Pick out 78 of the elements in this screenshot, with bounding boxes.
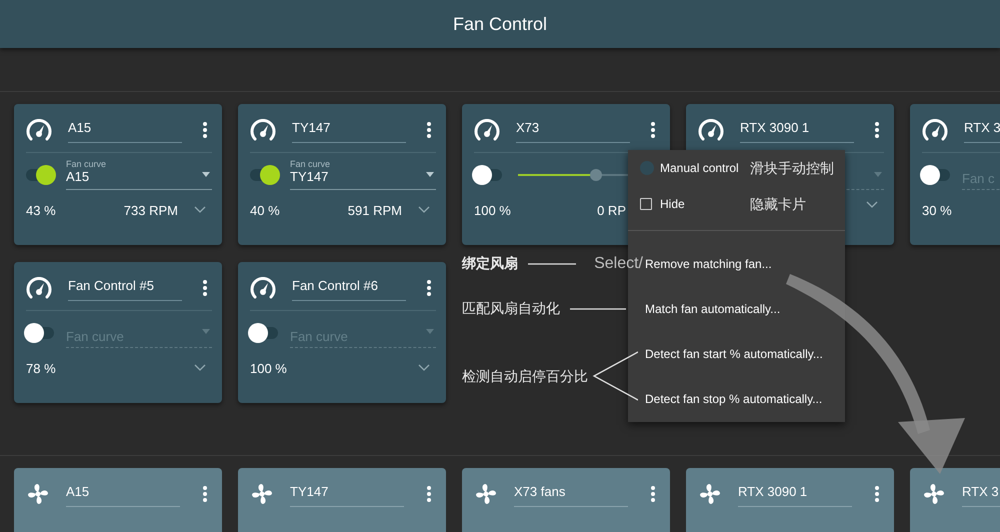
- caret-icon: [202, 172, 210, 176]
- fan-icon: [26, 482, 50, 506]
- more-options-icon[interactable]: [426, 279, 432, 298]
- more-options-icon[interactable]: [874, 121, 880, 140]
- fan-rpm: 591 RPM: [348, 202, 402, 220]
- caret-icon: [202, 329, 210, 334]
- more-options-icon[interactable]: [202, 485, 208, 504]
- more-options-icon[interactable]: [202, 121, 208, 140]
- annotation-text: 匹配风扇自动化: [462, 299, 560, 318]
- control-name[interactable]: A15: [68, 118, 182, 142]
- speed-percent: 100 %: [250, 360, 287, 378]
- caret-icon: [426, 172, 434, 176]
- menu-item[interactable]: Match fan automatically...: [645, 300, 780, 318]
- leader-line: [592, 351, 638, 401]
- annotation-text: 检测自动启停百分比: [462, 366, 588, 386]
- speed-percent: 43 %: [26, 202, 56, 220]
- speed-name[interactable]: RTX 3: [962, 482, 1000, 506]
- window-title: Fan Control: [452, 12, 548, 36]
- control-name[interactable]: RTX 3: [964, 118, 1000, 142]
- field-label: Fan curve: [66, 160, 108, 168]
- menu-item-label: Manual control: [660, 160, 739, 177]
- annotation-text: 绑定风扇: [462, 254, 518, 273]
- caret-icon: [874, 172, 882, 176]
- annotation-text: 隐藏卡片: [750, 194, 806, 214]
- leader-line: [570, 306, 626, 310]
- menu-item-label: Hide: [660, 196, 685, 213]
- gauge-icon: [26, 119, 52, 142]
- speed-percent: 40 %: [250, 202, 280, 220]
- gauge-icon: [922, 119, 948, 142]
- chevron-down-icon[interactable]: [194, 206, 206, 214]
- more-options-icon[interactable]: [426, 121, 432, 140]
- field-label: Fan curve: [290, 160, 332, 168]
- control-name[interactable]: RTX 3090 1: [740, 118, 854, 142]
- fan-icon: [474, 482, 498, 506]
- checkbox[interactable]: [640, 198, 652, 210]
- fan-icon: [922, 482, 946, 506]
- gauge-icon: [250, 119, 276, 142]
- fan-curve-dropdown[interactable]: Fan curve TY147: [290, 160, 436, 190]
- fan-icon: [698, 482, 722, 506]
- control-name[interactable]: TY147: [292, 118, 406, 142]
- control-name[interactable]: X73: [516, 118, 630, 142]
- gauge-icon: [26, 277, 52, 300]
- more-options-icon[interactable]: [426, 485, 432, 504]
- speed-percent: 100 %: [474, 202, 511, 220]
- chevron-down-icon[interactable]: [418, 364, 430, 372]
- control-name[interactable]: Fan Control #5: [68, 276, 182, 300]
- more-options-icon[interactable]: [202, 279, 208, 298]
- leader-line: [528, 262, 576, 266]
- chevron-down-icon[interactable]: [866, 200, 878, 208]
- fan-curve-dropdown[interactable]: Fan curve A15: [66, 160, 212, 190]
- fan-icon: [250, 482, 274, 506]
- menu-item[interactable]: Remove matching fan...: [645, 254, 772, 272]
- radio-button[interactable]: [640, 161, 654, 175]
- chevron-down-icon[interactable]: [418, 206, 430, 214]
- menu-item[interactable]: Manual control: [640, 159, 750, 177]
- more-options-icon[interactable]: [650, 485, 656, 504]
- gauge-icon: [250, 277, 276, 300]
- menu-item[interactable]: Detect fan start % automatically...: [645, 344, 823, 362]
- speed-name[interactable]: X73 fans: [514, 482, 628, 506]
- gauge-icon: [698, 119, 724, 142]
- annotation-text: 滑块手动控制: [750, 158, 834, 178]
- fan-rpm: 733 RPM: [124, 202, 178, 220]
- menu-item[interactable]: Hide: [640, 195, 750, 213]
- more-options-icon[interactable]: [874, 485, 880, 504]
- speed-name[interactable]: A15: [66, 482, 180, 506]
- chevron-down-icon[interactable]: [194, 364, 206, 372]
- speed-name[interactable]: RTX 3090 1: [738, 482, 852, 506]
- control-name[interactable]: Fan Control #6: [292, 276, 406, 300]
- caret-icon: [426, 329, 434, 334]
- more-options-icon[interactable]: [650, 121, 656, 140]
- gauge-icon: [474, 119, 500, 142]
- annotation-text: Select/: [594, 254, 643, 274]
- speed-percent: 30 %: [922, 202, 952, 220]
- slider-thumb[interactable]: [590, 168, 602, 180]
- fan-rpm: 0 RP: [597, 202, 626, 220]
- speed-name[interactable]: TY147: [290, 482, 404, 506]
- speed-percent: 78 %: [26, 360, 56, 378]
- menu-item[interactable]: Detect fan stop % automatically...: [645, 390, 822, 408]
